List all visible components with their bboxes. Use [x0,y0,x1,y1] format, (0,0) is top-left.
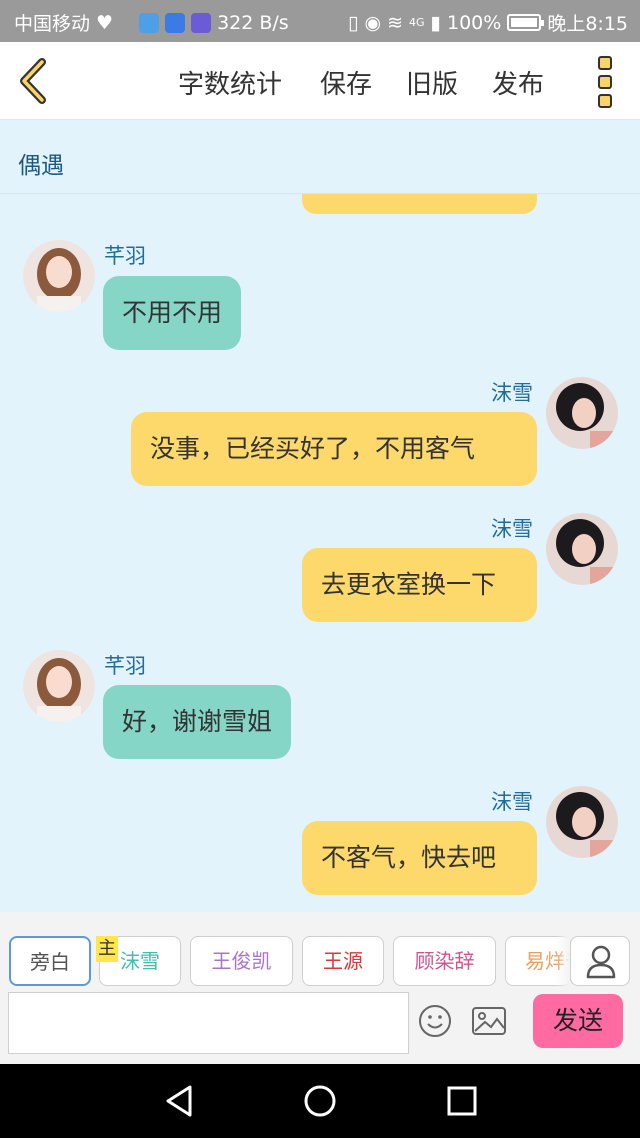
role-chip-wangyuan[interactable]: 王源 [302,936,384,986]
signal-icon: ▮ [430,11,441,34]
sender-name: 沫雪 [491,381,533,405]
app-notification-icon [139,12,160,33]
sender-name: 芊羽 [104,244,146,268]
more-vertical-icon[interactable] [594,56,616,108]
message-bubble[interactable]: 去更衣室换一下 [302,548,537,622]
story-title: 偶遇 [18,153,64,179]
sender-name: 芊羽 [104,654,146,678]
story-title-bar[interactable]: 偶遇 [0,120,640,194]
chat-area[interactable]: 芊羽 不用不用 沫雪 没事，已经买好了，不用客气 沫雪 去更衣室换一下 芊羽 好… [0,194,640,912]
avatar-moxue[interactable] [546,377,618,449]
add-role-button[interactable] [570,936,630,986]
eye-icon: ◉ [364,11,382,34]
sender-name: 沫雪 [491,790,533,814]
send-button[interactable]: 发送 [533,994,623,1048]
main-role-tag: 主 [96,936,118,962]
avatar-qianyu[interactable] [23,240,95,312]
network-type: 4G [409,16,425,29]
role-chip-guranci[interactable]: 顾染辞 [393,936,496,986]
role-chip-narrator[interactable]: 旁白 [9,936,91,986]
toolbar: 字数统计 保存 旧版 发布 [0,42,640,120]
avatar-moxue[interactable] [546,513,618,585]
message-bubble[interactable]: 好，谢谢雪姐 [103,685,292,759]
baidu-icon [165,12,186,33]
emoji-button[interactable] [418,1004,452,1038]
composer: 发送 [0,990,640,1064]
avatar-moxue[interactable] [546,786,618,858]
nav-home-icon[interactable] [300,1081,340,1121]
nav-recents-icon[interactable] [442,1081,482,1121]
publish-button[interactable]: 发布 [492,64,544,101]
system-nav-bar [0,1064,640,1138]
role-selector: 旁白 沫雪 王俊凯 王源 顾染辞 易烊千玺 主 [0,912,640,990]
nav-back-icon[interactable] [160,1081,200,1121]
chevron-left-icon [20,58,46,104]
battery-icon [507,14,545,31]
network-speed: 322 B/s [217,11,289,34]
image-button[interactable] [471,1004,507,1038]
person-icon [586,945,616,979]
word-count-button[interactable]: 字数统计 [178,64,282,101]
status-bar: 中国移动 ♥ 322 B/s ▯ ◉ ≋ 4G ▮ 100% 晚上8:15 [0,0,640,42]
sender-name: 沫雪 [491,517,533,541]
image-icon [472,1007,506,1035]
music-app-icon [191,12,212,33]
message-bubble[interactable]: 没事，已经买好了，不用客气 [131,412,537,486]
role-chip-wangjunkai[interactable]: 王俊凯 [190,936,293,986]
back-button[interactable] [14,56,54,106]
clock: 晚上8:15 [547,13,628,35]
message-bubble[interactable]: 不用不用 [103,276,242,350]
wifi-icon: ≋ [387,11,403,34]
carrier-label: 中国移动 [14,13,91,35]
battery-percent: 100% [447,11,502,34]
old-version-button[interactable]: 旧版 [406,64,458,101]
heart-icon: ♥ [96,11,114,34]
vibrate-icon: ▯ [348,11,359,34]
previous-bubble [302,194,537,214]
avatar-qianyu[interactable] [23,650,95,722]
message-bubble[interactable]: 不客气，快去吧 [302,821,537,895]
save-button[interactable]: 保存 [320,64,372,101]
message-input[interactable] [8,992,409,1054]
smiley-icon [419,1005,451,1037]
